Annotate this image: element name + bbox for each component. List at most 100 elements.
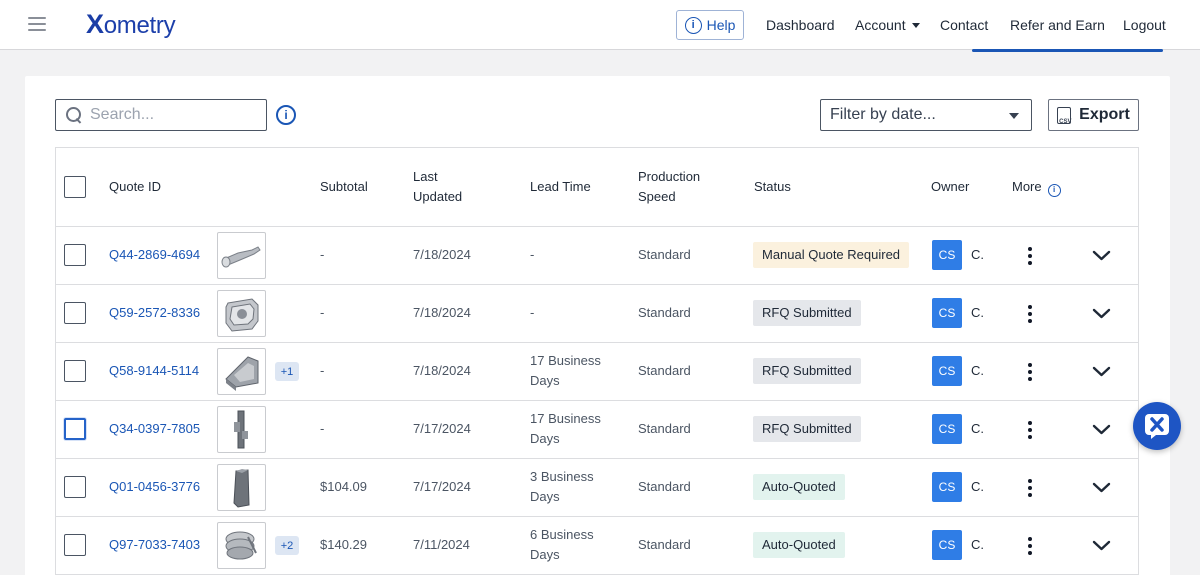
row-checkbox[interactable] (64, 244, 86, 266)
quotes-table: Quote ID Subtotal Last Updated Lead Time… (55, 147, 1139, 575)
nav-refer-and-earn[interactable]: Refer and Earn (1010, 0, 1105, 50)
header-status[interactable]: Status (754, 177, 791, 197)
search-input[interactable] (90, 106, 260, 124)
lead-time-line2: Days (530, 373, 560, 388)
lead-time-line1: 17 Business (530, 353, 601, 368)
subtotal-cell: - (320, 421, 325, 436)
part-thumbnail[interactable] (217, 406, 266, 453)
chevron-down-icon[interactable] (1092, 304, 1111, 323)
owner-name: C. (971, 363, 984, 378)
subtotal-cell: $140.29 (320, 537, 367, 552)
info-icon[interactable]: i (1047, 183, 1061, 197)
header-quote-id[interactable]: Quote ID (109, 177, 161, 197)
part-thumbnail[interactable] (217, 290, 266, 337)
nav-account[interactable]: Account (855, 0, 920, 50)
last-updated-cell: 7/18/2024 (413, 305, 471, 320)
nav-dashboard[interactable]: Dashboard (766, 0, 835, 50)
quote-id-link[interactable]: Q58-9144-5114 (109, 363, 199, 378)
row-checkbox[interactable] (64, 302, 86, 324)
chevron-down-icon[interactable] (1092, 536, 1111, 555)
owner-avatar[interactable]: CS (932, 356, 962, 386)
kebab-icon[interactable] (1026, 421, 1034, 439)
production-speed-cell: Standard (638, 305, 691, 320)
quote-id-link[interactable]: Q01-0456-3776 (109, 479, 200, 494)
filter-by-date-placeholder: Filter by date... (830, 106, 936, 123)
kebab-icon[interactable] (1026, 247, 1034, 265)
header-last-updated[interactable]: Last Updated (413, 167, 462, 207)
table-row[interactable]: Q44-2869-4694 - 7/18/2024 - Standard Man… (56, 227, 1138, 285)
menu-icon[interactable] (28, 17, 46, 31)
last-updated-cell: 7/17/2024 (413, 421, 471, 436)
kebab-icon[interactable] (1026, 305, 1034, 323)
header-owner[interactable]: Owner (931, 177, 969, 197)
kebab-icon[interactable] (1026, 363, 1034, 381)
part-thumbnail[interactable] (217, 464, 266, 511)
last-updated-cell: 7/11/2024 (413, 537, 470, 552)
chevron-down-icon[interactable] (1092, 362, 1111, 381)
top-navigation-bar: Xometry i Help Dashboard Account Contact… (0, 0, 1200, 50)
row-checkbox[interactable] (64, 360, 86, 382)
extra-parts-badge[interactable]: +2 (275, 536, 299, 555)
chevron-down-icon[interactable] (1092, 246, 1111, 265)
row-checkbox[interactable] (64, 534, 86, 556)
row-checkbox[interactable] (64, 418, 86, 440)
nav-logout[interactable]: Logout (1123, 0, 1166, 50)
owner-avatar[interactable]: CS (932, 472, 962, 502)
table-row[interactable]: Q34-0397-7805 - 7/17/2024 17 Business Da… (56, 401, 1138, 459)
search-box[interactable] (55, 99, 267, 131)
quote-id-link[interactable]: Q97-7033-7403 (109, 537, 200, 552)
subtotal-cell: - (320, 247, 325, 262)
kebab-icon[interactable] (1026, 479, 1034, 497)
filter-by-date-select[interactable]: Filter by date... (820, 99, 1032, 131)
chevron-down-icon[interactable] (1092, 420, 1111, 439)
xometry-chat-icon[interactable] (1133, 402, 1181, 450)
help-button[interactable]: i Help (676, 10, 744, 40)
lead-time-line1: - (530, 305, 535, 320)
part-thumbnail[interactable] (217, 522, 266, 569)
extra-parts-badge[interactable]: +1 (275, 362, 299, 381)
nav-contact[interactable]: Contact (940, 0, 988, 50)
nav-account-label: Account (855, 17, 906, 33)
quote-id-link[interactable]: Q34-0397-7805 (109, 421, 200, 436)
owner-avatar[interactable]: CS (932, 298, 962, 328)
header-lead-time[interactable]: Lead Time (530, 177, 591, 197)
header-production-speed[interactable]: Production Speed (638, 167, 700, 207)
search-info-icon[interactable]: i (276, 105, 296, 125)
status-badge: Manual Quote Required (753, 242, 910, 268)
search-icon (66, 107, 82, 123)
lead-time-line2: Days (530, 431, 560, 446)
chevron-down-icon[interactable] (1092, 478, 1111, 497)
table-row[interactable]: Q01-0456-3776 $104.09 7/17/2024 3 Busine… (56, 459, 1138, 517)
part-thumbnail[interactable] (217, 232, 266, 279)
owner-avatar[interactable]: CS (932, 414, 962, 444)
lead-time-cell: 6 Business Days (530, 525, 594, 565)
owner-name: C. (971, 247, 984, 262)
active-tab-indicator (972, 49, 1163, 52)
table-row[interactable]: Q59-2572-8336 - 7/18/2024 - Standard RFQ… (56, 285, 1138, 343)
table-row[interactable]: Q58-9144-5114 +1 - 7/18/2024 17 Business… (56, 343, 1138, 401)
header-last-updated-line2: Updated (413, 189, 463, 204)
export-button[interactable]: Export (1048, 99, 1139, 131)
select-all-checkbox[interactable] (64, 176, 86, 198)
header-more: More i (1012, 177, 1061, 197)
last-updated-cell: 7/17/2024 (413, 479, 471, 494)
row-checkbox[interactable] (64, 476, 86, 498)
info-icon: i (684, 16, 702, 34)
table-body: Q44-2869-4694 - 7/18/2024 - Standard Man… (56, 227, 1138, 575)
quote-id-link[interactable]: Q44-2869-4694 (109, 247, 200, 262)
lead-time-cell: 3 Business Days (530, 467, 594, 507)
status-badge: Auto-Quoted (753, 532, 845, 558)
part-thumbnail[interactable] (217, 348, 266, 395)
owner-avatar[interactable]: CS (932, 240, 962, 270)
lead-time-cell: - (530, 303, 534, 323)
header-production-line2: Speed (638, 189, 676, 204)
header-subtotal[interactable]: Subtotal (320, 177, 368, 197)
lead-time-cell: - (530, 245, 534, 265)
owner-avatar[interactable]: CS (932, 530, 962, 560)
kebab-icon[interactable] (1026, 537, 1034, 555)
xometry-logo[interactable]: Xometry (86, 9, 176, 40)
table-row[interactable]: Q97-7033-7403 +2 $140.29 7/11/2024 6 Bus… (56, 517, 1138, 575)
last-updated-cell: 7/18/2024 (413, 363, 471, 378)
lead-time-line2: Days (530, 489, 560, 504)
quote-id-link[interactable]: Q59-2572-8336 (109, 305, 200, 320)
